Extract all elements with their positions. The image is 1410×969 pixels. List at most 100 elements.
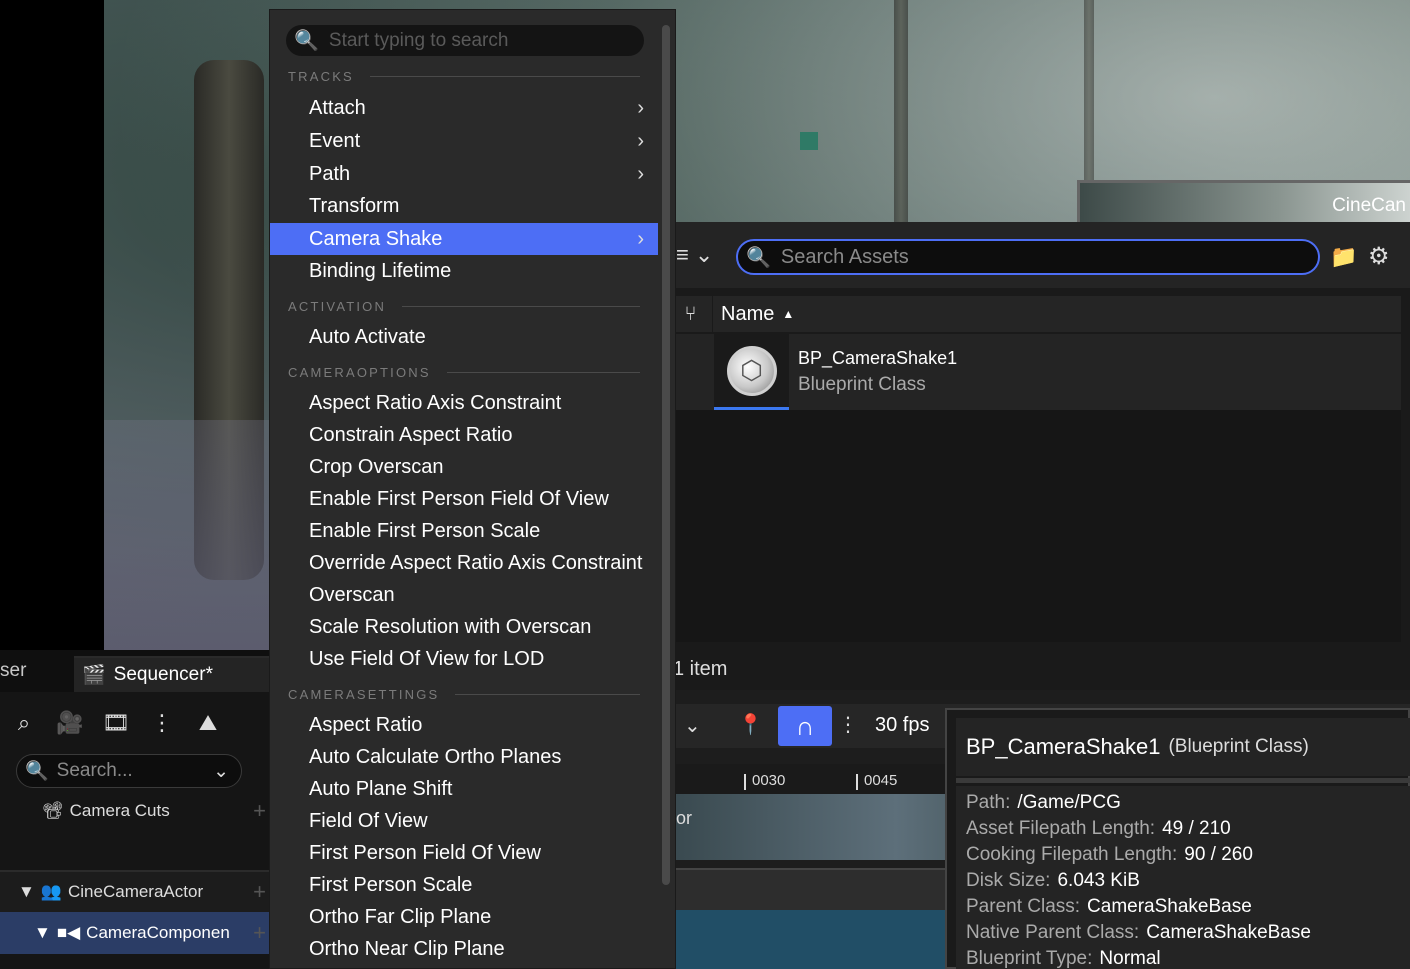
add-track-icon[interactable]: + — [253, 798, 266, 824]
folder-icon[interactable]: 📁 — [1330, 244, 1357, 270]
asset-tooltip: BP_CameraShake1 (Blueprint Class) Path: /… — [945, 708, 1410, 969]
content-browser: ≡ ⌄ 🔍 Search Assets 📁 ⚙ ⑂ Name ▲ ⬡ BP_Ca… — [660, 222, 1410, 690]
chevron-down-icon[interactable]: ⌄ — [213, 760, 229, 783]
menu-item-ortho-far-clip-plane[interactable]: Ortho Far Clip Plane — [270, 901, 658, 933]
more-options-icon[interactable]: ⋮ — [146, 707, 178, 739]
asset-row[interactable]: ⬡ BP_CameraShake1 Blueprint Class — [669, 334, 1401, 410]
property-value: 90 / 260 — [1184, 844, 1253, 865]
filter-button[interactable]: ≡ ⌄ — [676, 242, 713, 268]
track-label: CineCameraActor — [68, 882, 204, 901]
fps-selector[interactable]: 30 fps — [875, 714, 929, 737]
chevron-right-icon: › — [637, 130, 644, 152]
menu-item-constrain-aspect-ratio[interactable]: Constrain Aspect Ratio — [270, 419, 658, 451]
sequencer-panel: ser 🎬 Sequencer* ⌕ 🎥 🎞 ⋮ ⛰ 🔍 Search... ⌄… — [0, 650, 270, 969]
menu-item-auto-plane-shift[interactable]: Auto Plane Shift — [270, 773, 658, 805]
actor-group-icon: 👥 — [40, 882, 62, 901]
menu-search-placeholder: Start typing to search — [328, 29, 509, 51]
landscape-icon[interactable]: ⛰ — [192, 707, 224, 739]
tooltip-kind: (Blueprint Class) — [1168, 736, 1309, 757]
track-camera-component[interactable]: ▼ ■◀ CameraComponen + — [0, 912, 270, 954]
sequencer-search-input[interactable]: 🔍 Search... ⌄ — [16, 754, 242, 788]
menu-item-camera-shake[interactable]: Camera Shake › — [270, 223, 658, 255]
add-track-icon[interactable]: + — [253, 920, 266, 946]
asset-list-header: ⑂ Name ▲ — [669, 296, 1401, 332]
asset-search-input[interactable]: 🔍 Search Assets — [736, 239, 1320, 275]
editor-window: CineCan ser 🎬 Sequencer* ⌕ 🎥 🎞 ⋮ ⛰ 🔍 Sea… — [0, 0, 1410, 969]
column-name-label: Name — [721, 302, 775, 325]
track-camera-cuts[interactable]: 📽 Camera Cuts + — [0, 790, 270, 832]
menu-item-use-fov-for-lod[interactable]: Use Field Of View for LOD — [270, 643, 658, 675]
menu-item-event[interactable]: Event › — [270, 125, 658, 157]
section-label: CAMERASETTINGS — [288, 686, 440, 702]
menu-item-transform[interactable]: Transform — [270, 190, 658, 222]
section-label: CAMERAOPTIONS — [288, 364, 431, 380]
menu-item-label: Attach — [309, 96, 366, 119]
tab-sequencer[interactable]: 🎬 Sequencer* — [74, 656, 270, 692]
track-cine-camera-actor[interactable]: ▼ 👥 CineCameraActor + — [0, 870, 270, 912]
expand-triangle-icon[interactable]: ▼ — [34, 923, 51, 943]
menu-item-label: First Person Field Of View — [309, 841, 541, 864]
camera-add-icon[interactable]: 🎥 — [54, 707, 86, 739]
section-divider — [369, 75, 640, 77]
menu-item-override-aspect-ratio-axis-constraint[interactable]: Override Aspect Ratio Axis Constraint — [270, 547, 658, 579]
menu-item-aspect-ratio-axis-constraint[interactable]: Aspect Ratio Axis Constraint — [270, 387, 658, 419]
chevron-down-icon[interactable]: ⌄ — [684, 713, 701, 738]
time-tick: 0045 — [856, 773, 897, 790]
menu-item-label: Transform — [309, 194, 400, 217]
asset-thumbnail: ⬡ — [714, 334, 789, 410]
section-divider — [402, 305, 640, 307]
location-pin-icon[interactable]: 📍 — [738, 712, 763, 737]
menu-item-label: Aspect Ratio Axis Constraint — [309, 391, 562, 414]
asset-search-placeholder: Search Assets — [780, 245, 909, 268]
menu-item-first-person-scale[interactable]: First Person Scale — [270, 869, 658, 901]
menu-item-first-person-fov[interactable]: First Person Field Of View — [270, 837, 658, 869]
find-in-browser-icon[interactable]: ⌕ — [8, 707, 40, 739]
section-tracks: TRACKS — [288, 68, 640, 84]
menu-item-enable-first-person-fov[interactable]: Enable First Person Field Of View — [270, 483, 658, 515]
menu-scrollbar[interactable] — [662, 25, 670, 885]
tree-trunk — [894, 0, 908, 240]
tooltip-property: Cooking Filepath Length: 90 / 260 — [966, 844, 1402, 870]
menu-item-aspect-ratio[interactable]: Aspect Ratio — [270, 709, 658, 741]
chevron-right-icon: › — [637, 228, 644, 250]
add-track-icon[interactable]: + — [253, 879, 266, 905]
sequencer-search-placeholder: Search... — [56, 760, 133, 781]
property-value: CameraShakeBase — [1087, 896, 1252, 917]
tab-previous[interactable]: ser — [0, 660, 26, 682]
menu-item-scale-resolution-overscan[interactable]: Scale Resolution with Overscan — [270, 611, 658, 643]
gear-icon[interactable]: ⚙ — [1368, 242, 1390, 271]
column-name[interactable]: Name ▲ — [713, 303, 794, 326]
menu-item-enable-first-person-scale[interactable]: Enable First Person Scale — [270, 515, 658, 547]
menu-item-label: Camera Shake — [309, 227, 443, 250]
menu-item-binding-lifetime[interactable]: Binding Lifetime — [270, 255, 658, 287]
menu-item-label: Field Of View — [309, 809, 428, 832]
menu-item-label: Path — [309, 162, 351, 185]
menu-item-label: Ortho Far Clip Plane — [309, 905, 492, 928]
menu-item-overscan[interactable]: Overscan — [270, 579, 658, 611]
more-options-icon[interactable]: ⋮ — [838, 712, 858, 737]
property-value: 6.043 KiB — [1057, 870, 1140, 891]
menu-item-label: Ortho Near Clip Plane — [309, 937, 505, 960]
menu-item-label: Use Field Of View for LOD — [309, 647, 545, 670]
render-movie-icon[interactable]: 🎞 — [100, 707, 132, 739]
menu-search-input[interactable]: 🔍 Start typing to search — [286, 25, 644, 56]
expand-triangle-icon[interactable]: ▼ — [18, 882, 35, 902]
menu-item-label: Overscan — [309, 583, 395, 606]
snap-magnet-button[interactable]: ∩ — [778, 706, 832, 746]
sort-ascending-icon: ▲ — [782, 307, 795, 321]
cine-preview-label: CineCan — [1332, 195, 1406, 216]
menu-item-auto-calc-ortho-planes[interactable]: Auto Calculate Ortho Planes — [270, 741, 658, 773]
menu-item-auto-activate[interactable]: Auto Activate — [270, 321, 658, 353]
search-icon: 🔍 — [25, 761, 49, 782]
menu-item-path[interactable]: Path › — [270, 158, 658, 190]
menu-item-attach[interactable]: Attach › — [270, 92, 658, 124]
menu-item-ortho-near-clip-plane[interactable]: Ortho Near Clip Plane — [270, 933, 658, 965]
viewport-marker — [800, 132, 818, 150]
menu-item-field-of-view[interactable]: Field Of View — [270, 805, 658, 837]
asset-name: BP_CameraShake1 — [798, 348, 958, 368]
section-label: TRACKS — [288, 68, 354, 84]
menu-item-crop-overscan[interactable]: Crop Overscan — [270, 451, 658, 483]
chevron-down-icon: ⌄ — [694, 242, 714, 267]
tooltip-property: Disk Size: 6.043 KiB — [966, 870, 1402, 896]
camera-cuts-icon: 📽 — [42, 801, 64, 820]
